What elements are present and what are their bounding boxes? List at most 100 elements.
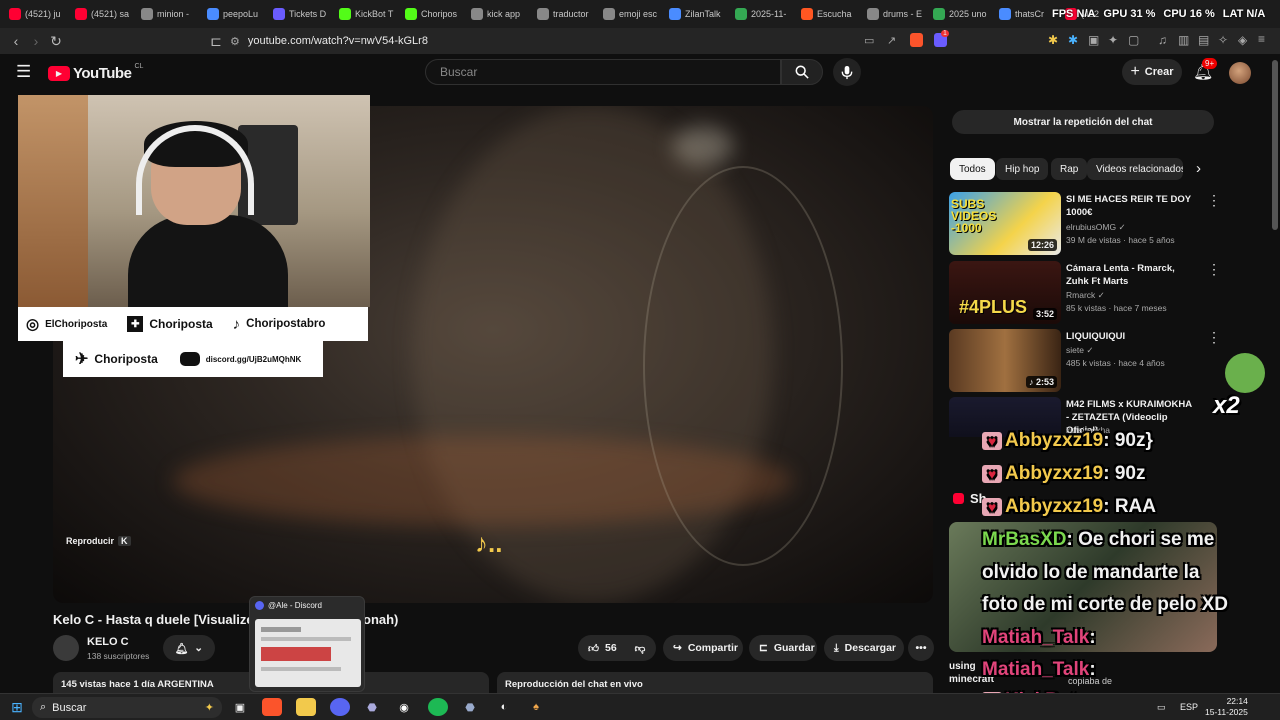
chat-separator: : [1103, 430, 1115, 451]
input-language[interactable]: ESP [1180, 702, 1198, 712]
rewards-badge: 1 [941, 30, 949, 37]
page-scrollbar[interactable] [1272, 60, 1278, 230]
chat-replay-footer[interactable]: Reproducción del chat en vivo [497, 672, 933, 693]
browser-tab[interactable]: (4521) ju [4, 3, 70, 25]
hamburger-menu-icon[interactable]: ☰ [16, 62, 31, 82]
screenshot-icon[interactable]: ▢ [1128, 33, 1139, 47]
obs-icon[interactable]: ◉ [394, 698, 414, 716]
youtube-logo[interactable]: ▶ YouTube CL [48, 63, 143, 82]
avatar[interactable] [1229, 62, 1251, 84]
browser-tab[interactable]: Choripos [400, 3, 466, 25]
more-actions-button[interactable]: ••• [908, 635, 934, 661]
brave-taskbar-icon[interactable] [262, 698, 282, 716]
cast-icon[interactable]: ▭ [864, 34, 874, 47]
extension-star-icon[interactable]: ✱ [1048, 33, 1058, 47]
wallet-icon[interactable]: ▤ [1198, 33, 1209, 47]
more-vertical-icon[interactable]: ⋮ [1207, 192, 1221, 209]
vpn-icon[interactable]: ◈ [1238, 33, 1247, 47]
play-hint: Reproducir K [66, 536, 131, 546]
file-explorer-icon[interactable] [296, 698, 316, 716]
download-button[interactable]: ⤓ Descargar [824, 635, 904, 661]
recommended-video[interactable]: #4PLUS 3:52 Cámara Lenta - Rmarck, Zuhk … [949, 261, 1224, 324]
subscribed-button[interactable]: 🔔︎ ⌄ [163, 635, 215, 661]
channel-name[interactable]: KELO C [87, 636, 129, 648]
bookmark-icon[interactable]: ⊏ [206, 33, 226, 50]
like-button[interactable]: 👍︎ 56 [578, 635, 624, 661]
spotify-icon[interactable] [428, 698, 448, 716]
dislike-button[interactable]: 👎︎ [624, 635, 656, 661]
chat-username: Abbyzxz19 [1005, 496, 1104, 517]
browser-tab[interactable]: ZilanTalk [664, 3, 730, 25]
channel-name: siete [1066, 345, 1084, 355]
windows-taskbar: ⊞ ⌕ Buscar ✦ ▣ ⬣ ◉ ⬣ ◐ ♠ ▭ ESP 22:14 15-1… [0, 693, 1280, 720]
clock[interactable]: 22:14 15-11-2025 [1205, 696, 1248, 718]
windows-start-icon[interactable]: ⊞ [7, 698, 27, 716]
video-title: Kelo C - Hasta q duele [Visualize [53, 612, 254, 627]
channel-avatar[interactable] [53, 635, 79, 661]
browser-tab[interactable]: kick app [466, 3, 532, 25]
browser-tab[interactable]: minion - [136, 3, 202, 25]
chevron-right-icon[interactable]: › [1196, 160, 1201, 177]
tab-label: thatsCr [1015, 9, 1045, 19]
site-settings-icon[interactable]: ⚙ [230, 35, 240, 48]
tray-icon[interactable]: ▭ [1157, 702, 1166, 713]
translate-extension-icon[interactable]: ✱ [1068, 33, 1078, 47]
url-field[interactable]: ⚙ youtube.com/watch?v=nwV54-kGLr8 [230, 31, 630, 51]
browser-tab[interactable]: Escucha [796, 3, 862, 25]
task-view-icon[interactable]: ▣ [230, 698, 250, 716]
browser-tab[interactable]: thatsCr [994, 3, 1060, 25]
tab-label: (4521) ju [25, 9, 61, 19]
puzzle-icon[interactable]: ✦ [1108, 33, 1118, 47]
reload-icon[interactable]: ↻ [46, 33, 66, 50]
plus-icon: + [1130, 63, 1140, 80]
voice-search-button[interactable] [833, 58, 861, 86]
discord-invite: discord.gg/UjB2uMQhNK [205, 354, 302, 364]
steam-icon-2[interactable]: ⬣ [460, 698, 480, 716]
browser-tab[interactable]: 2025 uno [928, 3, 994, 25]
extension-icon[interactable]: ▣ [1088, 33, 1099, 47]
back-icon[interactable]: ‹ [6, 33, 26, 49]
share-button[interactable]: ↪ Compartir [663, 635, 743, 661]
save-button[interactable]: ⊏ Guardar [749, 635, 817, 661]
more-vertical-icon[interactable]: ⋮ [1207, 261, 1221, 278]
tab-favicon-icon [339, 8, 351, 20]
taskbar-search[interactable]: ⌕ Buscar ✦ [32, 697, 222, 718]
create-button[interactable]: + Crear [1122, 59, 1182, 85]
browser-tab[interactable]: Tickets D [268, 3, 334, 25]
duration-text: 2:53 [1035, 377, 1054, 387]
discord-taskbar-icon[interactable] [330, 698, 350, 716]
share-icon[interactable]: ↗ [887, 34, 896, 47]
browser-tab[interactable]: drums - E [862, 3, 928, 25]
browser-tab[interactable]: peepoLu [202, 3, 268, 25]
tab-favicon-icon [801, 8, 813, 20]
video-thumbnail: #4PLUS 3:52 [949, 261, 1061, 324]
browser-tab[interactable]: emoji esc [598, 3, 664, 25]
forward-icon[interactable]: › [26, 33, 46, 49]
browser-tab[interactable]: 2025-11- [730, 3, 796, 25]
show-chat-replay-label: Mostrar la repetición del chat [1013, 116, 1153, 128]
recommended-video[interactable]: ♪ 2:53 LIQUIQUIQUI siete ✓ 485 k vistas … [949, 329, 1224, 392]
more-vertical-icon[interactable]: ⋮ [1207, 329, 1221, 346]
chip-todos[interactable]: Todos [950, 158, 995, 180]
sidebar-icon[interactable]: ▥ [1178, 33, 1189, 47]
search-input[interactable]: Buscar [425, 59, 781, 85]
leo-icon[interactable]: ✧ [1218, 33, 1228, 47]
steam-icon[interactable]: ⬣ [362, 698, 382, 716]
music-icon[interactable]: ♫ [1158, 33, 1167, 47]
fl-studio-icon[interactable]: ♠ [526, 698, 546, 716]
brave-shield-icon[interactable] [910, 33, 923, 47]
search-button[interactable] [781, 59, 823, 85]
chip-hip-hop[interactable]: Hip hop [996, 158, 1049, 180]
browser-tab[interactable]: traductor [532, 3, 598, 25]
play-hint-label: Reproducir [66, 536, 115, 546]
show-chat-replay-button[interactable]: Mostrar la repetición del chat [952, 110, 1214, 134]
browser-tab[interactable]: (4521) sa [70, 3, 136, 25]
discord-taskbar-preview[interactable]: @Ale - Discord [249, 596, 365, 692]
menu-icon[interactable]: ≡ [1258, 32, 1265, 46]
chip-rap[interactable]: Rap [1051, 158, 1088, 180]
chip-videos-relacionados[interactable]: Videos relacionados [1087, 158, 1183, 180]
tab-label: emoji esc [619, 9, 658, 19]
recommended-video[interactable]: SUBS VIDEOS -1000 12:26 SI ME HACES REIR… [949, 192, 1224, 255]
app-icon[interactable]: ◐ [494, 698, 514, 716]
browser-tab[interactable]: KickBot T [334, 3, 400, 25]
